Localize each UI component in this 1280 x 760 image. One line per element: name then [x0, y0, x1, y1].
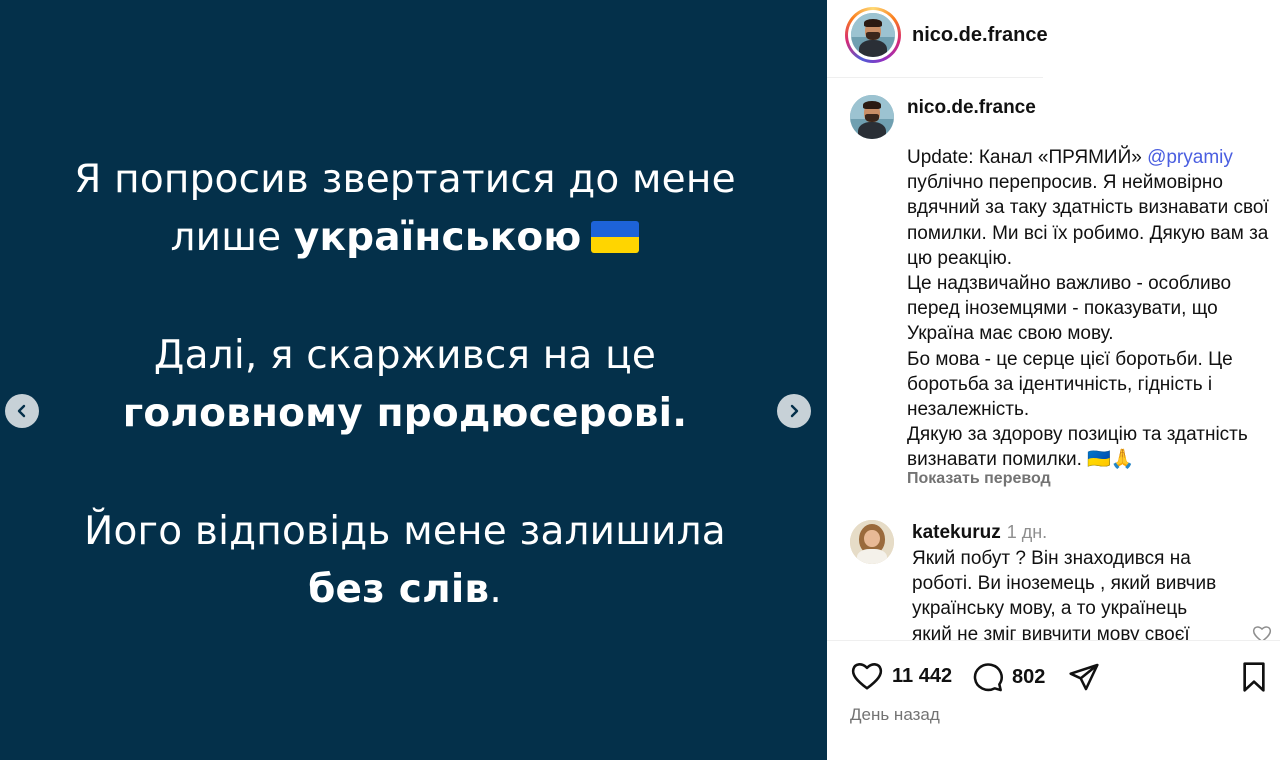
comment-username-link[interactable]: katekuruz: [912, 522, 1001, 543]
caption-paragraph: Бо мова - це серце цієї боротьби. Це бор…: [907, 348, 1233, 421]
avatar: [851, 13, 895, 57]
media-text-line-4: головному продюсерові.: [0, 389, 810, 439]
media-text: Далі, я скаржився на це: [153, 333, 657, 378]
caption-paragraph: Це надзвичайно важливо - особливо перед …: [907, 273, 1232, 345]
post-header: nico.de.france: [827, 0, 1048, 78]
next-slide-button[interactable]: [777, 394, 811, 428]
media-text: Я попросив звертатися до мене: [74, 157, 736, 202]
media-text: .: [489, 567, 502, 612]
caption-text-part: публічно перепросив. Я неймовірно вдячни…: [907, 172, 1269, 269]
comment-header: katekuruz 1 дн.: [912, 522, 1047, 544]
save-button[interactable]: [1240, 661, 1268, 693]
mention-link[interactable]: @pryamiy: [1147, 147, 1233, 168]
chevron-right-icon: [790, 404, 799, 418]
header-avatar[interactable]: [845, 7, 901, 63]
caption-avatar[interactable]: [850, 95, 894, 139]
media-text: Його відповідь мене залишила: [84, 509, 726, 554]
media-text-bold: без слів: [308, 567, 490, 612]
comment-text: Який побут ? Він знаходився на роботі. В…: [912, 548, 1217, 640]
media-text-line-6: без слів.: [0, 565, 810, 615]
caption-text: Update: Канал «ПРЯМИЙ» @pryamiy публічно…: [907, 145, 1277, 473]
comment-bubble-icon: [973, 663, 1003, 692]
media-text-line-1: Я попросив звертатися до мене: [0, 155, 810, 205]
media-text-line-3: Далі, я скаржився на це: [0, 331, 810, 381]
post-media: Я попросив звертатися до мене лише украї…: [0, 0, 827, 760]
comment-button[interactable]: 802: [972, 661, 1045, 693]
caption-text-part: Update: Канал «ПРЯМИЙ»: [907, 147, 1148, 168]
caption-username-link[interactable]: nico.de.france: [907, 95, 1037, 120]
post-side-panel: nico.de.france nico.de.france Update: Ка…: [827, 0, 1280, 760]
media-text-line-5: Його відповідь мене залишила: [0, 507, 810, 557]
emoji-flag-pray: 🇺🇦🙏: [1087, 449, 1135, 471]
like-button[interactable]: 11 442: [850, 661, 952, 691]
previous-slide-button[interactable]: [5, 394, 39, 428]
post-actions-bar: 11 442 802 День назад: [827, 640, 1280, 760]
media-text: лише: [170, 215, 294, 260]
paper-plane-icon: [1069, 663, 1099, 691]
instagram-post-view: Я попросив звертатися до мене лише украї…: [0, 0, 1280, 760]
media-text-bold: головному продюсерові.: [122, 391, 688, 436]
post-date: День назад: [850, 705, 940, 724]
comment-avatar[interactable]: [850, 520, 894, 564]
share-button[interactable]: [1067, 661, 1101, 693]
comments-count[interactable]: 802: [1012, 666, 1045, 689]
media-text-bold: українською: [293, 215, 582, 260]
show-translation-button[interactable]: Показать перевод: [907, 470, 1051, 488]
heart-icon: [851, 663, 883, 690]
comment-body-container: Який побут ? Він знаходився на роботі. В…: [912, 546, 1232, 640]
caption-paragraph: Дякую за здорову позицію та здатність ви…: [907, 424, 1248, 471]
header-username-link[interactable]: nico.de.france: [912, 24, 1048, 47]
media-text-line-2: лише українською: [0, 213, 810, 263]
comment-time: 1 дн.: [1006, 522, 1048, 542]
likes-count[interactable]: 11 442: [892, 665, 952, 688]
bookmark-icon: [1243, 662, 1265, 692]
chevron-left-icon: [17, 404, 26, 418]
ukraine-flag-icon: [591, 221, 640, 253]
avatar: [850, 95, 894, 139]
